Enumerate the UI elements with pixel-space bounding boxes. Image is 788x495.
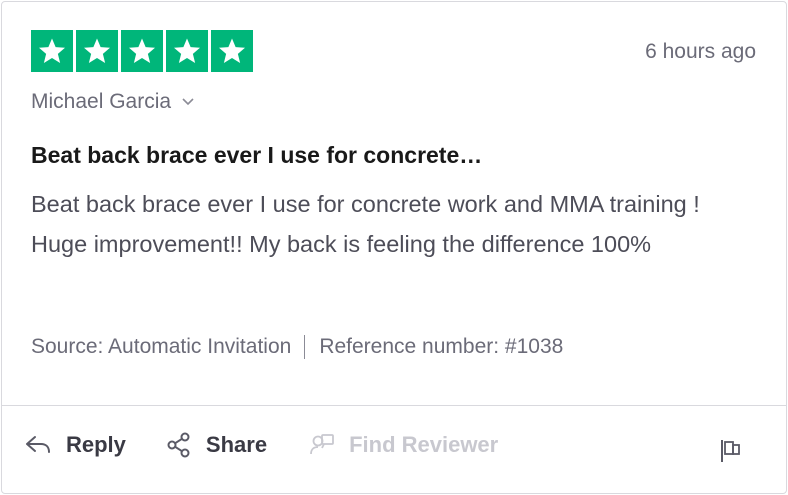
star-icon (166, 30, 208, 72)
share-label: Share (205, 432, 268, 457)
star-icon (121, 30, 163, 72)
divider (2, 405, 786, 406)
review-card: 6 hours ago Michael Garcia Beat back bra… (1, 1, 787, 494)
find-reviewer-button[interactable]: Find Reviewer (309, 432, 498, 458)
star-icon (31, 30, 73, 72)
review-source-line: Source: Automatic Invitation Reference n… (31, 335, 563, 359)
reply-icon (26, 436, 50, 453)
review-body: Beat back brace ever I use for concrete … (31, 191, 700, 257)
flag-icon (721, 440, 740, 462)
review-actions: Reply Share Find Reviewer (24, 432, 498, 458)
review-source: Source: Automatic Invitation (31, 335, 292, 358)
star-rating (31, 30, 253, 72)
reply-label: Reply (66, 432, 126, 457)
share-icon (167, 432, 190, 458)
review-title: Beat back brace ever I use for concrete… (31, 142, 483, 168)
reference-number: Reference number: #1038 (319, 335, 564, 358)
find-reviewer-label: Find Reviewer (349, 432, 499, 457)
separator (304, 335, 306, 359)
share-button[interactable]: Share (166, 432, 267, 458)
find-reviewer-icon (310, 434, 334, 455)
reviewer-dropdown[interactable]: Michael Garcia (31, 90, 195, 114)
chevron-down-icon (182, 98, 194, 106)
star-icon (76, 30, 118, 72)
reviewer-name: Michael Garcia (31, 90, 172, 113)
report-button[interactable] (719, 438, 741, 469)
review-time: 6 hours ago (645, 40, 756, 63)
star-icon (211, 30, 253, 72)
reply-button[interactable]: Reply (24, 432, 126, 458)
